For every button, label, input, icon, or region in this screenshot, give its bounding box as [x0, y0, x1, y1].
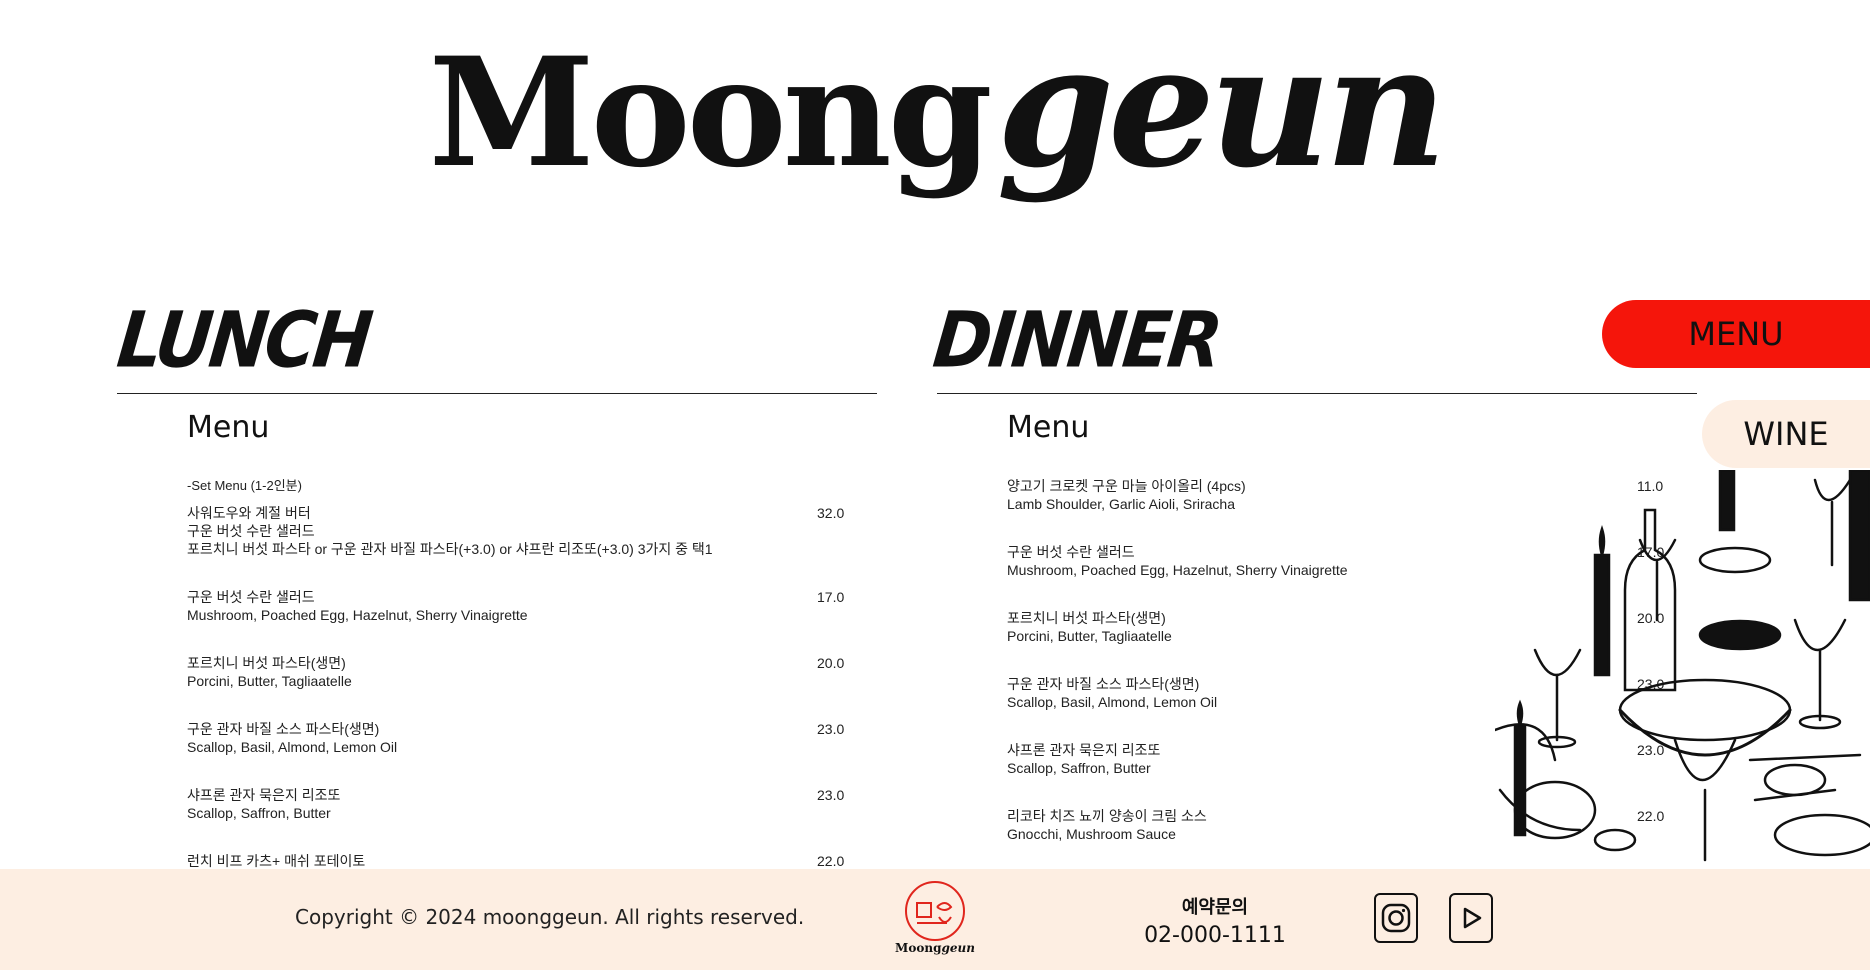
- instagram-button[interactable]: [1374, 893, 1418, 943]
- instagram-icon: [1381, 903, 1411, 933]
- footer-logo[interactable]: Moonggeun: [895, 879, 975, 963]
- set-line: 구운 버섯 수란 샐러드: [187, 523, 315, 539]
- copyright-text: Copyright © 2024 moonggeun. All rights r…: [295, 905, 805, 929]
- menu-price: 22.0: [817, 853, 845, 869]
- site-footer: Copyright © 2024 moonggeun. All rights r…: [0, 869, 1870, 970]
- lunch-divider: [117, 393, 877, 394]
- set-line: 사워도우와 계절 버터: [187, 505, 311, 521]
- set-menu-item: 사워도우와 계절 버터 구운 버섯 수란 샐러드 포르치니 버섯 파스타 or …: [187, 504, 847, 558]
- reservation-info: 예약문의 02-000-1111: [1140, 893, 1290, 948]
- logo-script-text: geun: [996, 7, 1448, 205]
- menu-item-desc: Mushroom, Poached Egg, Hazelnut, Sherry …: [187, 607, 528, 623]
- menu-price: 32.0: [817, 505, 845, 521]
- menu-item-desc: Scallop, Saffron, Butter: [187, 805, 331, 821]
- lunch-menu-heading: Menu: [187, 410, 270, 445]
- menu-price: 23.0: [817, 787, 845, 803]
- menu-price: 17.0: [817, 589, 845, 605]
- menu-item: 샤프론 관자 묵은지 리조또 Scallop, Saffron, Butter …: [187, 786, 847, 822]
- reservation-phone[interactable]: 02-000-1111: [1140, 923, 1290, 948]
- dinner-divider: [937, 393, 1697, 394]
- lunch-title: LUNCH: [113, 294, 374, 386]
- youtube-icon: [1463, 907, 1482, 929]
- menu-item: 포르치니 버섯 파스타(생면) Porcini, Butter, Tagliaa…: [187, 654, 847, 690]
- set-menu-note: -Set Menu (1-2인분): [187, 478, 302, 493]
- menu-item-name: 구운 버섯 수란 샐러드: [187, 589, 315, 605]
- menu-item: 런치 비프 카츠+ 매쉬 포테이토 22.0: [187, 852, 847, 870]
- footer-logo-text: Moonggeun: [895, 941, 975, 955]
- youtube-button[interactable]: [1449, 893, 1493, 943]
- menu-item-name: 샤프론 관자 묵은지 리조또: [187, 787, 341, 803]
- lunch-menu-list: -Set Menu (1-2인분) 사워도우와 계절 버터 구운 버섯 수란 샐…: [187, 477, 847, 900]
- menu-item-name: 포르치니 버섯 파스타(생면): [187, 655, 346, 671]
- menu-item-desc: Porcini, Butter, Tagliaatelle: [187, 673, 352, 689]
- menu-item-name: 구운 관자 바질 소스 파스타(생면): [187, 721, 380, 737]
- wine-tab[interactable]: WINE: [1702, 400, 1870, 468]
- menu-price: 23.0: [817, 721, 845, 737]
- table-setting-illustration: [1495, 470, 1870, 862]
- menu-item: 구운 관자 바질 소스 파스타(생면) Scallop, Basil, Almo…: [187, 720, 847, 756]
- logo-caps-text: Moong: [428, 25, 993, 201]
- footer-logo-caps: Moong: [895, 941, 942, 955]
- footer-logo-script: geun: [941, 941, 975, 955]
- dinner-menu-heading: Menu: [1007, 410, 1090, 445]
- brand-logo[interactable]: Moonggeun: [0, 22, 1870, 190]
- footer-logo-mark-icon: [905, 881, 965, 941]
- menu-item-desc: Scallop, Basil, Almond, Lemon Oil: [187, 739, 398, 755]
- menu-item-name: 런치 비프 카츠+ 매쉬 포테이토: [187, 853, 366, 869]
- reservation-label: 예약문의: [1181, 897, 1249, 917]
- set-line: 포르치니 버섯 파스타 or 구운 관자 바질 파스타(+3.0) or 샤프란…: [187, 541, 713, 557]
- menu-item: 구운 버섯 수란 샐러드 Mushroom, Poached Egg, Haze…: [187, 588, 847, 624]
- menu-tab[interactable]: MENU: [1602, 300, 1870, 368]
- menu-price: 20.0: [817, 655, 845, 671]
- dinner-title: DINNER: [929, 294, 1224, 386]
